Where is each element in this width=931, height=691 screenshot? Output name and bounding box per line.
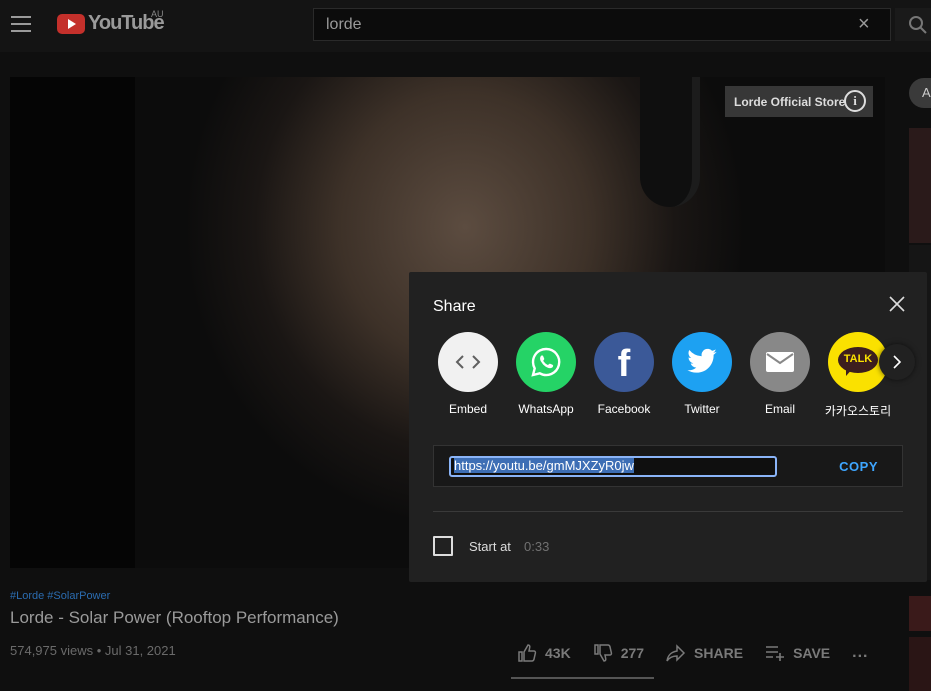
facebook-icon: f bbox=[594, 332, 654, 392]
kakao-talk-text: TALK bbox=[843, 353, 873, 365]
search-input[interactable] bbox=[326, 16, 826, 34]
masthead: YouTube AU × bbox=[0, 0, 931, 52]
share-arrow-icon bbox=[666, 644, 686, 662]
info-icon[interactable]: i bbox=[844, 90, 866, 112]
video-title: Lorde - Solar Power (Rooftop Performance… bbox=[10, 608, 339, 627]
action-bar: 43K 277 SHARE SAVE ... bbox=[517, 642, 891, 664]
facebook-glyph: f bbox=[617, 342, 631, 385]
dislike-count: 277 bbox=[620, 645, 645, 661]
search-box[interactable]: × bbox=[313, 8, 891, 41]
copy-button[interactable]: COPY bbox=[839, 459, 878, 474]
share-target-whatsapp[interactable]: WhatsApp bbox=[516, 332, 576, 416]
share-dialog: Share Embed WhatsApp f Facebook Twitter … bbox=[409, 272, 927, 582]
dislike-button[interactable]: 277 bbox=[593, 643, 644, 663]
menu-icon[interactable] bbox=[11, 16, 31, 32]
share-target-embed[interactable]: Embed bbox=[438, 332, 498, 416]
start-at-checkbox[interactable] bbox=[433, 536, 453, 556]
playlist-add-icon bbox=[766, 646, 785, 661]
youtube-watch-page: YouTube AU × Lorde Official Store i A #L… bbox=[0, 0, 931, 691]
save-button[interactable]: SAVE bbox=[765, 643, 830, 663]
whatsapp-icon bbox=[516, 332, 576, 392]
region-code: AU bbox=[151, 9, 164, 19]
share-target-label: WhatsApp bbox=[518, 402, 574, 416]
close-button[interactable] bbox=[887, 294, 907, 314]
merch-store-badge[interactable]: Lorde Official Store i bbox=[725, 86, 873, 117]
share-link-row: https://youtu.be/gmMJXZyR0jw COPY bbox=[433, 445, 903, 487]
thumbs-up-icon bbox=[518, 644, 537, 662]
share-link-text: https://youtu.be/gmMJXZyR0jw bbox=[454, 458, 634, 473]
embed-icon bbox=[438, 332, 498, 392]
like-button[interactable]: 43K bbox=[517, 643, 571, 663]
sentiment-bar bbox=[511, 677, 654, 679]
close-icon bbox=[889, 296, 905, 312]
view-count-date: 574,975 views • Jul 31, 2021 bbox=[10, 643, 176, 658]
share-target-label: Facebook bbox=[597, 402, 651, 416]
chevron-right-icon bbox=[893, 355, 902, 369]
recommended-thumbnail[interactable] bbox=[909, 128, 931, 243]
video-frame-detail bbox=[640, 77, 700, 207]
recommended-thumbnail[interactable] bbox=[909, 637, 931, 691]
youtube-play-icon bbox=[57, 13, 85, 34]
share-target-label: Embed bbox=[448, 402, 488, 416]
share-target-twitter[interactable]: Twitter bbox=[672, 332, 732, 416]
share-dialog-title: Share bbox=[433, 298, 476, 315]
email-icon bbox=[750, 332, 810, 392]
start-at-label: Start at bbox=[469, 539, 511, 554]
share-target-facebook[interactable]: f Facebook bbox=[594, 332, 654, 416]
share-button[interactable]: SHARE bbox=[666, 643, 743, 663]
share-label: SHARE bbox=[694, 645, 744, 661]
thumbs-down-icon bbox=[593, 644, 612, 662]
save-label: SAVE bbox=[793, 645, 831, 661]
share-target-label: 카카오스토리 bbox=[824, 404, 892, 418]
share-link-field[interactable]: https://youtu.be/gmMJXZyR0jw bbox=[449, 456, 777, 477]
share-target-label: Twitter bbox=[684, 402, 720, 416]
start-at-time[interactable]: 0:33 bbox=[524, 539, 549, 554]
share-target-label: Email bbox=[764, 402, 795, 416]
youtube-logo[interactable]: YouTube bbox=[57, 12, 165, 35]
more-icon: ... bbox=[852, 644, 869, 661]
store-badge-label: Lorde Official Store bbox=[734, 94, 846, 109]
like-count: 43K bbox=[545, 645, 571, 661]
twitter-icon bbox=[672, 332, 732, 392]
next-targets-button[interactable] bbox=[879, 344, 915, 380]
search-icon bbox=[909, 16, 927, 34]
clear-search-icon[interactable]: × bbox=[858, 14, 876, 34]
share-target-email[interactable]: Email bbox=[750, 332, 810, 416]
filter-chip[interactable]: A bbox=[909, 78, 931, 108]
search-button[interactable] bbox=[895, 8, 931, 41]
hashtags[interactable]: #Lorde #SolarPower bbox=[10, 590, 110, 602]
more-actions-button[interactable]: ... bbox=[852, 644, 868, 662]
recommended-thumbnail[interactable] bbox=[909, 596, 931, 631]
divider bbox=[433, 511, 903, 512]
